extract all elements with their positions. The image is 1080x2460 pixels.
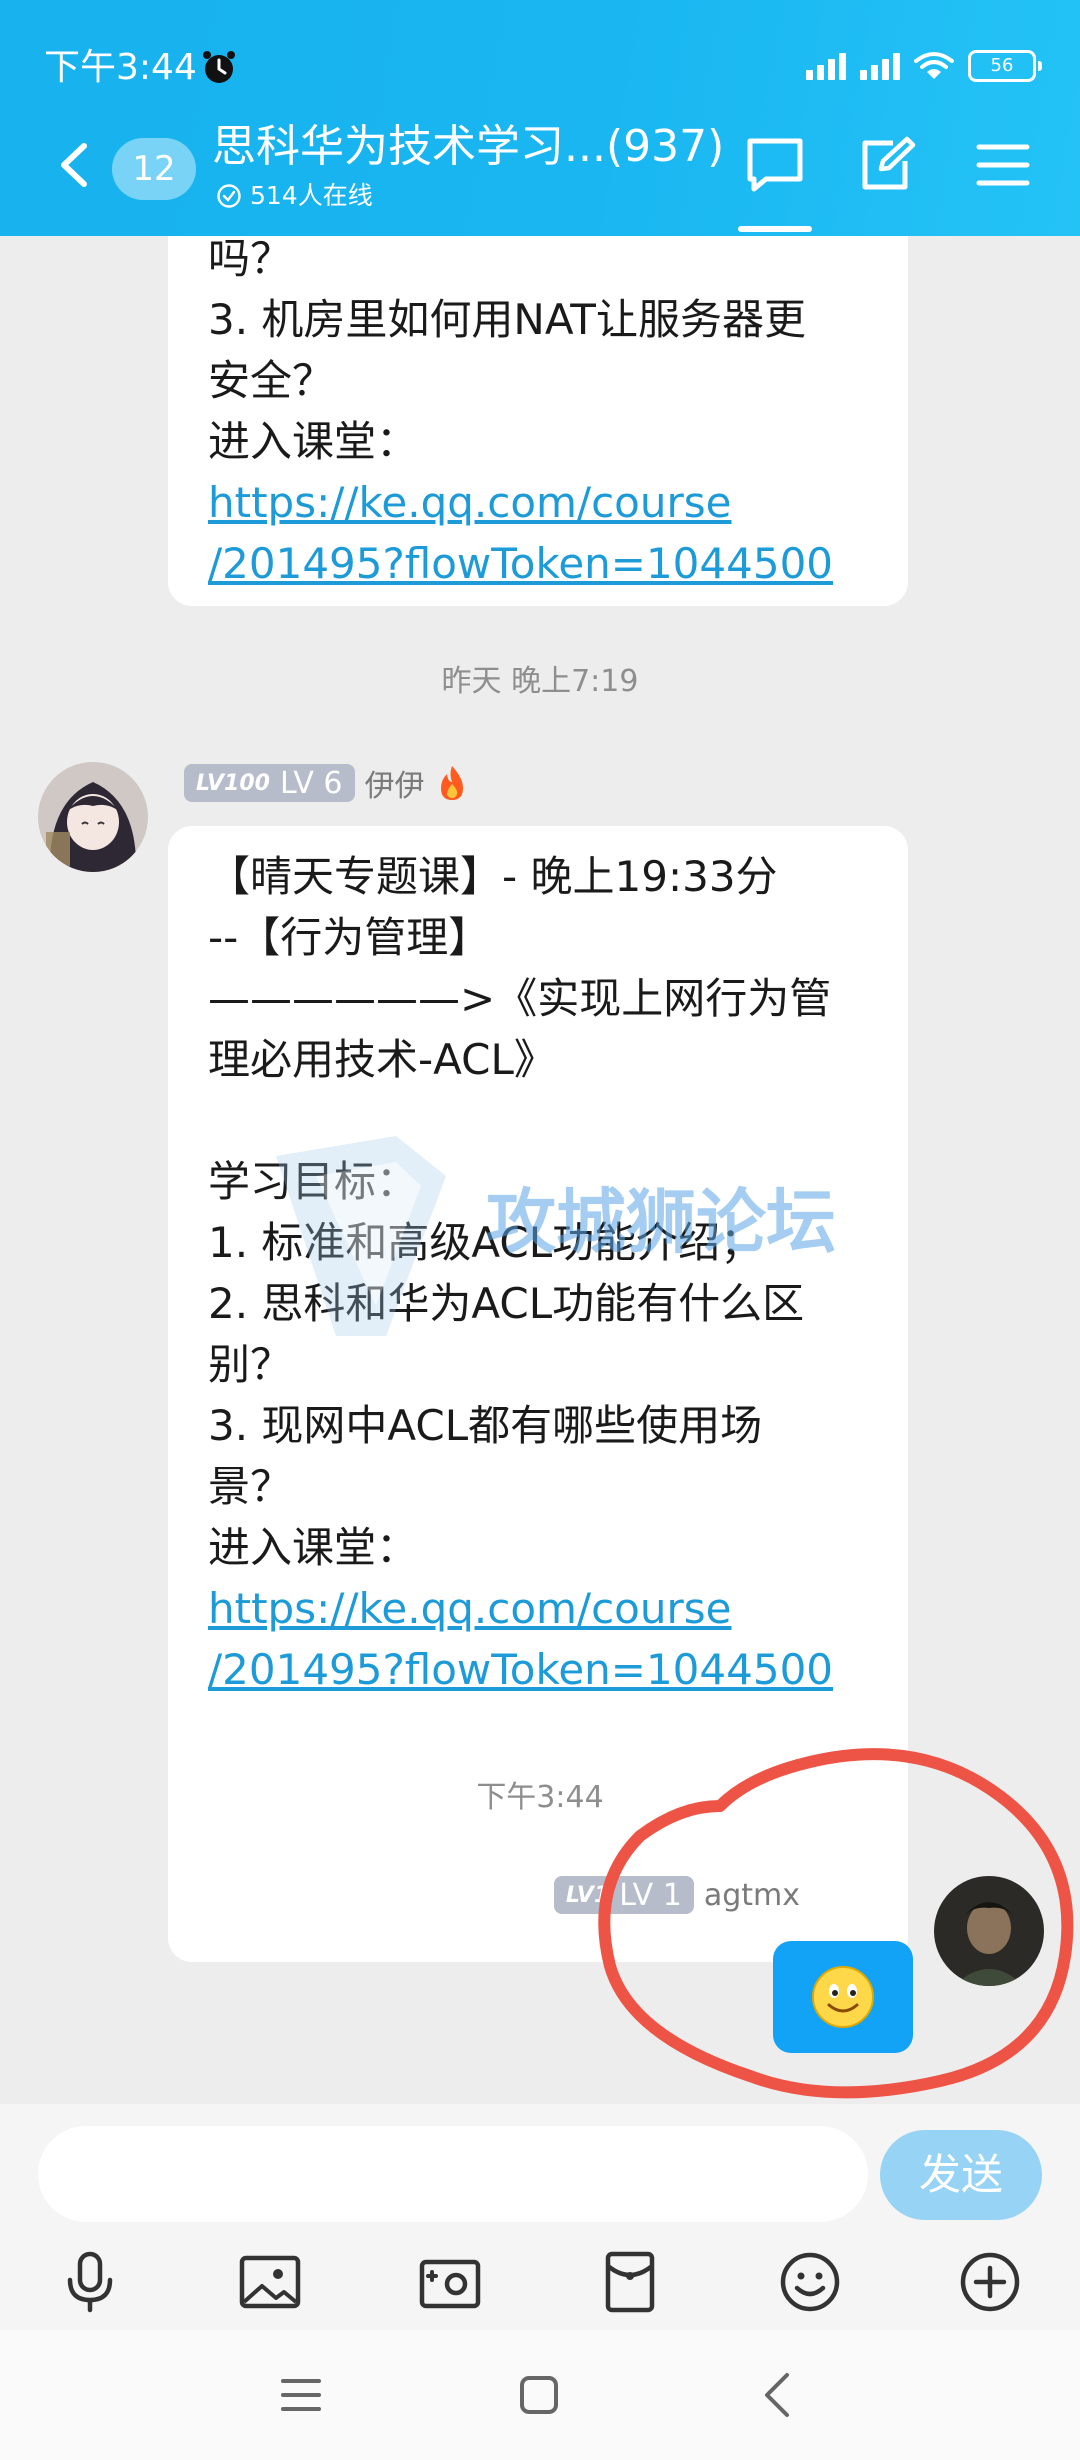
camera-icon	[419, 2259, 481, 2309]
message-line: 理必用技术-ACL》	[208, 1035, 556, 1084]
message-line: ——————>《实现上网行为管	[208, 974, 832, 1023]
message-line: 进入课堂：	[208, 1523, 419, 1572]
chat-tab-button[interactable]	[740, 130, 810, 200]
note-button[interactable]	[852, 130, 922, 200]
avatar-image	[38, 762, 148, 872]
image-icon	[239, 2255, 301, 2309]
message-line: --【行为管理】	[208, 913, 491, 962]
message-line: 景？	[208, 1462, 293, 1511]
edit-note-icon	[862, 136, 916, 190]
message-line: 3. 机房里如何用NAT让服务器更	[208, 295, 806, 344]
online-status: 514人在线	[216, 178, 373, 214]
status-time: 下午3:44	[44, 47, 197, 88]
chat-bubble-icon	[747, 138, 803, 192]
message-line: 吗？	[208, 236, 293, 283]
back-chevron-icon	[765, 2373, 789, 2417]
sender-info: LV100 LV 6 伊伊	[184, 761, 469, 805]
voice-button[interactable]	[56, 2248, 124, 2316]
battery-icon: 56	[968, 50, 1042, 82]
send-button[interactable]: 发送	[880, 2130, 1042, 2220]
online-check-icon	[217, 184, 241, 208]
back-arrow-icon[interactable]	[54, 140, 94, 190]
signal-icon	[806, 52, 846, 80]
input-toolbar	[0, 2242, 1080, 2322]
timestamp: 昨天 晚上7:19	[441, 664, 639, 699]
home-button[interactable]	[514, 2370, 564, 2420]
message-line: 2. 思科和华为ACL功能有什么区	[208, 1279, 805, 1328]
message-line	[208, 1090, 868, 1151]
camera-button[interactable]	[416, 2248, 484, 2316]
message-line: 安全？	[208, 356, 335, 405]
plus-circle-icon	[960, 2252, 1020, 2312]
system-back-button[interactable]	[752, 2370, 802, 2420]
level-badge: LV100 LV 6	[184, 764, 355, 802]
square-home-icon	[520, 2376, 558, 2414]
message-line: 进入课堂：	[208, 417, 419, 466]
unread-count-badge[interactable]: 12	[112, 138, 196, 200]
microphone-icon	[67, 2251, 113, 2313]
menu-icon	[976, 144, 1030, 186]
avatar[interactable]	[38, 762, 148, 872]
signal-icon	[860, 52, 900, 80]
red-packet-icon	[605, 2251, 655, 2313]
online-count: 514人在线	[250, 181, 373, 210]
message-list[interactable]: 吗？ 3. 机房里如何用NAT让服务器更 安全？ 进入课堂： https://k…	[0, 236, 1080, 2104]
message-line: 1. 标准和高级ACL功能介绍；	[208, 1218, 763, 1267]
message-line: 别？	[208, 1340, 293, 1389]
message-input[interactable]	[38, 2126, 868, 2222]
message-bubble[interactable]: 吗？ 3. 机房里如何用NAT让服务器更 安全？ 进入课堂： https://k…	[168, 236, 908, 606]
level-tag: LV100	[196, 770, 270, 796]
input-area: 发送	[0, 2104, 1080, 2330]
chat-header: 下午3:44 56 12 思科华为技术学习...(937) 514人在线	[0, 0, 1080, 236]
wifi-icon	[914, 52, 954, 79]
system-navigation-bar	[0, 2330, 1080, 2460]
menu-lines-icon	[281, 2379, 321, 2411]
status-indicators: 56	[806, 50, 1042, 82]
alarm-icon	[203, 51, 235, 83]
course-link[interactable]: /201495?flowToken=1044500	[208, 533, 868, 594]
image-button[interactable]	[236, 2248, 304, 2316]
red-annotation-circle	[598, 1748, 1074, 2099]
fire-icon	[440, 766, 463, 800]
message-line: 【晴天专题课】- 晚上19:33分	[208, 852, 778, 901]
level-text: LV 6	[279, 765, 343, 801]
group-title[interactable]: 思科华为技术学习...(937)	[212, 118, 724, 176]
course-link[interactable]: /201495?flowToken=1044500	[208, 1639, 868, 1700]
message-line: 3. 现网中ACL都有哪些使用场	[208, 1401, 763, 1450]
smiley-face-icon	[780, 2252, 840, 2312]
course-link[interactable]: https://ke.qq.com/course	[208, 472, 868, 533]
more-button[interactable]	[956, 2248, 1024, 2316]
red-packet-button[interactable]	[596, 2248, 664, 2316]
message-line: 学习目标：	[208, 1157, 419, 1206]
menu-button[interactable]	[968, 130, 1038, 200]
recent-apps-button[interactable]	[276, 2370, 326, 2420]
active-tab-indicator	[738, 226, 812, 232]
course-link[interactable]: https://ke.qq.com/course	[208, 1578, 868, 1639]
sender-name[interactable]: 伊伊	[365, 761, 425, 805]
emoji-button[interactable]	[776, 2248, 844, 2316]
